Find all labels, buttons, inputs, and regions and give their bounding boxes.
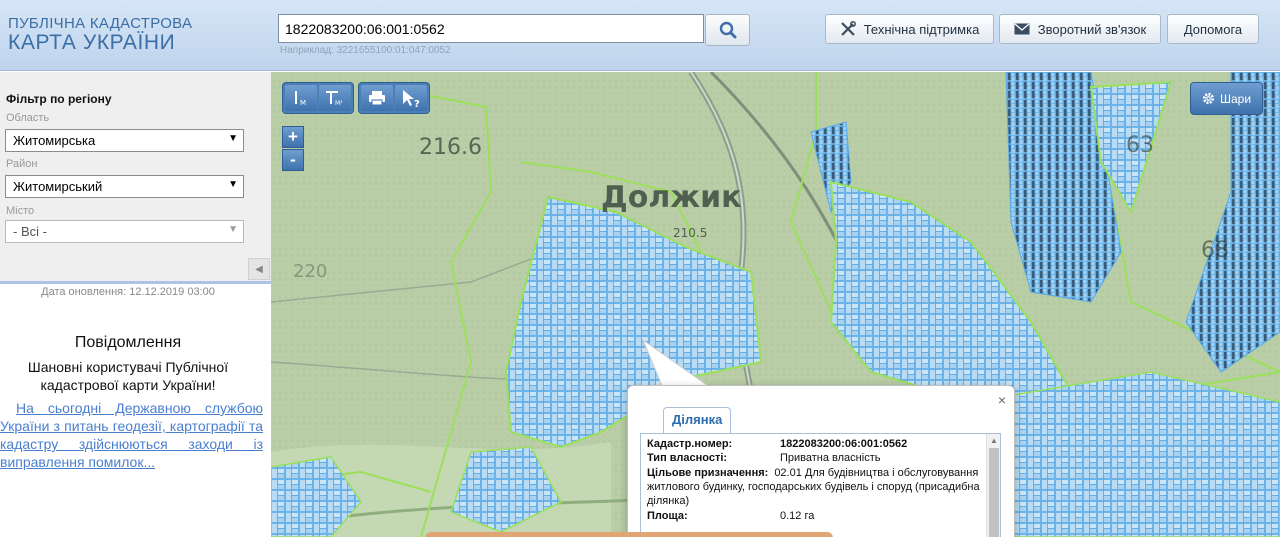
raion-select[interactable]: Житомирський ▼ xyxy=(5,175,244,198)
scroll-up-icon[interactable]: ▲ xyxy=(990,436,998,445)
collapse-sidebar-button[interactable]: ◀ xyxy=(248,258,270,280)
area-value: 0.12 га xyxy=(780,510,815,522)
help-button[interactable]: Допомога xyxy=(1167,14,1259,44)
update-date: Дата оновлення: 12.12.2019 03:00 xyxy=(41,286,215,298)
feedback-button[interactable]: Зворотний зв'язок xyxy=(999,14,1161,44)
search-hint: Наприклад: 3221655100:01:047:0052 xyxy=(280,45,451,56)
sidebar: Фільтр по регіону Область Житомирська ▼ … xyxy=(0,72,271,537)
tab-parcel[interactable]: Ділянка xyxy=(663,407,732,433)
logo-line1: ПУБЛІЧНА КАДАСТРОВА xyxy=(8,15,193,32)
measure-distance-button[interactable]: M xyxy=(285,85,317,111)
tools-icon xyxy=(840,21,856,36)
notice-title: Повідомлення xyxy=(74,334,182,351)
row-key: Цільове призначення: xyxy=(647,467,769,479)
notice-text: Шановні користувачі Публічної кадастрово… xyxy=(27,359,229,393)
measure-area-button[interactable]: M² xyxy=(319,85,351,111)
cursor-question-icon: ? xyxy=(403,90,420,108)
oblast-select[interactable]: Житомирська ▼ xyxy=(5,129,244,152)
cadastre-number-value: 1822083200:06:001:0562 xyxy=(780,438,908,450)
site-logo[interactable]: ПУБЛІЧНА КАДАСТРОВА КАРТА УКРАЇНИ xyxy=(8,15,192,54)
logo-line2: КАРТА УКРАЇНИ xyxy=(8,31,176,54)
row-key: Площа: xyxy=(647,510,688,522)
city-value: - Всі - xyxy=(13,224,47,239)
filter-title: Фільтр по регіону xyxy=(6,92,112,106)
printer-icon xyxy=(369,91,385,106)
grid-label-3: 220 xyxy=(293,261,327,282)
region-filter-panel: Фільтр по регіону Область Житомирська ▼ … xyxy=(0,72,271,282)
parcel-row-ownership: Тип власності: Приватна власність xyxy=(647,452,880,464)
gear-icon xyxy=(1202,92,1215,105)
search-button[interactable] xyxy=(705,14,750,46)
city-select[interactable]: - Всі - ▼ xyxy=(5,220,244,243)
parcel-info-popup: × Ділянка Кадастр.номер: 1822083200:06:00… xyxy=(627,385,1015,537)
ruler-icon: M xyxy=(295,91,306,107)
scrollbar-thumb[interactable] xyxy=(989,448,999,537)
grid-label-2: 68 xyxy=(1201,238,1229,263)
svg-text:?: ? xyxy=(414,99,420,108)
help-label: Допомога xyxy=(1183,21,1243,37)
print-button[interactable] xyxy=(361,85,393,111)
ownership-value: Приватна власність xyxy=(780,452,881,464)
svg-text:M²: M² xyxy=(335,100,343,107)
parcel-row-area: Площа: 0.12 га xyxy=(647,510,814,522)
oblast-value: Житомирська xyxy=(13,133,96,148)
chevron-left-icon: ◀ xyxy=(255,263,263,275)
support-label: Технічна підтримка xyxy=(863,21,980,37)
support-button[interactable]: Технічна підтримка xyxy=(825,14,994,44)
row-key: Кадастр.номер: xyxy=(647,438,733,450)
search-icon xyxy=(719,21,736,39)
svg-text:M: M xyxy=(300,99,306,107)
notice-link[interactable]: На сьогодні Державною службою України з … xyxy=(0,399,263,471)
zoom-out-button[interactable]: - xyxy=(282,149,304,171)
village-label: Должик xyxy=(601,180,742,215)
dropdown-arrow-icon: ▼ xyxy=(228,133,238,144)
raion-label: Район xyxy=(6,158,38,170)
height-label-2: 210.5 xyxy=(673,226,707,240)
parcel-row-purpose: Цільове призначення: 02.01 Для будівництв… xyxy=(647,466,985,508)
grid-label-1: 63 xyxy=(1126,133,1154,158)
measure-toolbar: M M² xyxy=(282,82,354,114)
height-label-1: 216.6 xyxy=(419,135,482,160)
cadastre-search-input[interactable] xyxy=(278,14,704,43)
dropdown-arrow-icon: ▼ xyxy=(228,224,238,235)
envelope-icon xyxy=(1014,23,1030,35)
parcel-row-cadastre: Кадастр.номер: 1822083200:06:001:0562 xyxy=(647,438,907,450)
raion-value: Житомирський xyxy=(13,179,103,194)
identify-button[interactable]: ? xyxy=(395,85,427,111)
zoom-in-button[interactable]: + xyxy=(282,126,304,148)
layers-button[interactable]: Шари xyxy=(1190,82,1263,115)
oblast-label: Область xyxy=(6,112,50,124)
close-icon[interactable]: × xyxy=(998,392,1006,408)
print-toolbar: ? xyxy=(358,82,430,114)
dropdown-arrow-icon: ▼ xyxy=(228,179,238,190)
map-area[interactable]: Должик 216.6 210.5 220 63 68 M M² ? + - … xyxy=(271,72,1280,537)
bottom-panel-tab[interactable] xyxy=(425,532,833,537)
city-label: Місто xyxy=(6,205,35,217)
layers-label: Шари xyxy=(1219,91,1252,106)
top-header: ПУБЛІЧНА КАДАСТРОВА КАРТА УКРАЇНИ Наприк… xyxy=(0,0,1280,71)
parcel-details: Кадастр.номер: 1822083200:06:001:0562 Тип… xyxy=(640,433,1001,537)
popup-scrollbar[interactable]: ▲ xyxy=(986,434,1000,537)
area-icon: M² xyxy=(326,91,343,107)
feedback-label: Зворотний зв'язок xyxy=(1037,21,1147,37)
divider xyxy=(0,281,271,284)
row-key: Тип власності: xyxy=(647,452,728,464)
